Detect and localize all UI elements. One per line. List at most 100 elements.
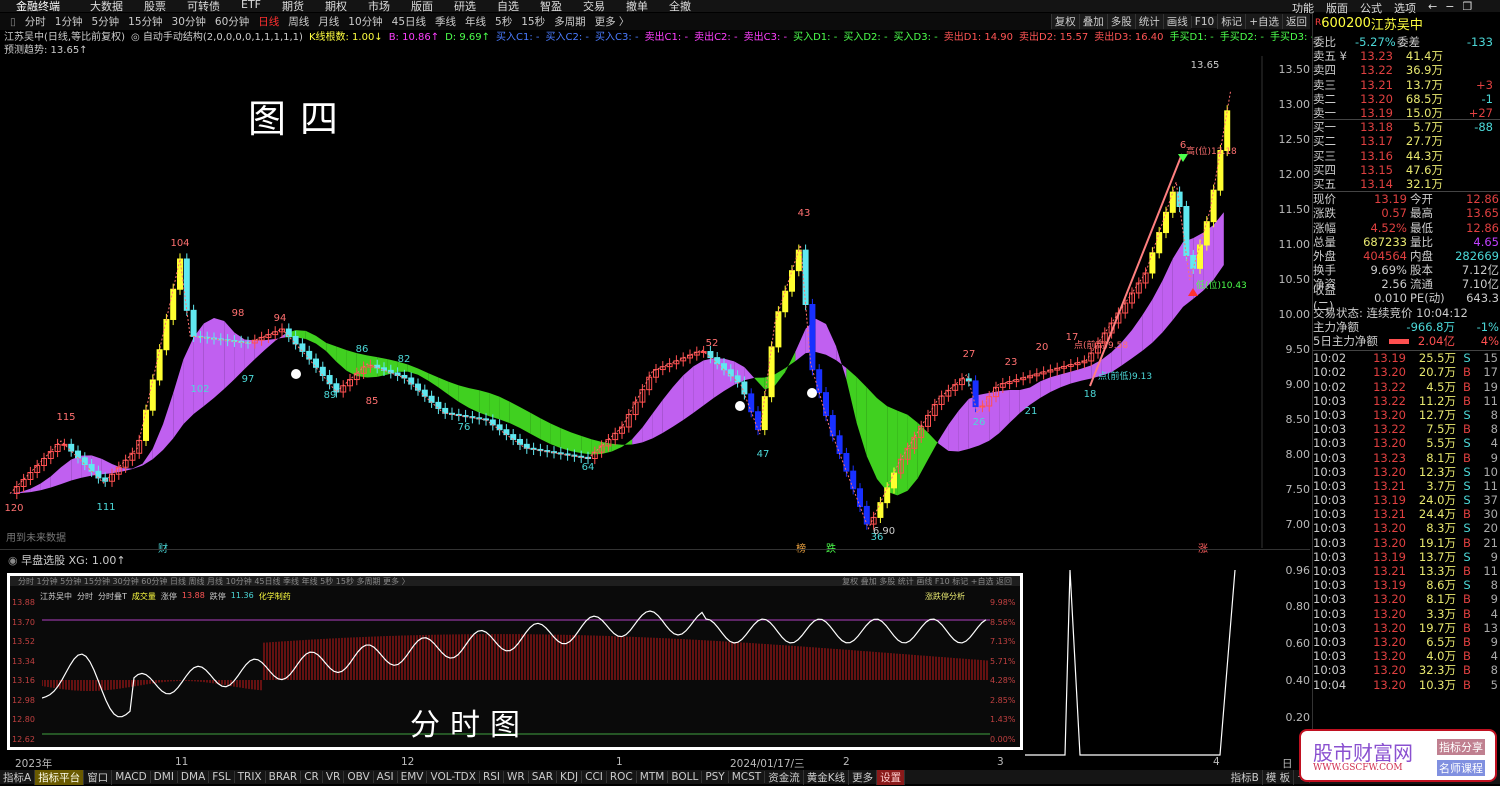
period-tab[interactable]: 更多 〉 — [595, 14, 630, 29]
period-tab[interactable]: 5分钟 — [91, 14, 119, 29]
menu-item[interactable]: 可转债 — [187, 0, 220, 14]
indicator-tab[interactable]: KDJ — [557, 771, 583, 783]
period-tab[interactable]: 分时 — [25, 14, 46, 29]
period-tab[interactable]: 年线 — [465, 14, 486, 29]
menu-item[interactable]: 研选 — [454, 0, 476, 14]
tool-button[interactable]: 画线 — [1162, 14, 1191, 29]
indicator-tab[interactable]: VR — [323, 771, 345, 783]
ma-band-segment — [1152, 280, 1163, 343]
candle — [299, 343, 306, 352]
trade-bs: B — [1463, 379, 1471, 394]
indicator-tab[interactable]: DMA — [178, 771, 210, 783]
indicator-tab[interactable]: RSI — [480, 771, 504, 783]
indicator-tab[interactable]: EMV — [398, 771, 428, 783]
period-tab[interactable]: 45日线 — [392, 14, 426, 29]
tool-button[interactable]: 多股 — [1106, 14, 1135, 29]
indicator-tab[interactable]: 资金流 — [765, 769, 804, 785]
tool-button[interactable]: +自选 — [1245, 14, 1282, 29]
indicator-tab[interactable]: MACD — [112, 771, 151, 783]
menu-item[interactable]: 期货 — [282, 0, 304, 14]
menu-item[interactable]: 市场 — [368, 0, 390, 14]
indicator-tab[interactable]: 指标A — [0, 769, 36, 785]
period-tab[interactable]: 15秒 — [521, 14, 545, 29]
indicator-tab[interactable]: ASI — [374, 771, 398, 783]
period-tab[interactable]: 60分钟 — [215, 14, 249, 29]
trade-bs: B — [1463, 634, 1471, 649]
period-tab[interactable]: 多周期 — [554, 14, 586, 29]
period-tab[interactable]: 季线 — [435, 14, 456, 29]
indicator-tab[interactable]: CR — [301, 771, 323, 783]
candle — [1190, 255, 1197, 269]
trade-row: 10:03 13.19 8.6万 S 8 — [1313, 578, 1500, 592]
candle — [190, 309, 197, 337]
bottom-right-tab[interactable]: 模 板 — [1263, 769, 1295, 785]
tool-button[interactable]: 返回 — [1282, 14, 1310, 29]
indicator-tab[interactable]: VOL-TDX — [427, 771, 480, 783]
period-tab[interactable]: 月线 — [318, 14, 339, 29]
indicator-tab[interactable]: CCI — [582, 771, 607, 783]
collapse-icon[interactable]: ▯ — [10, 16, 16, 28]
indicator-tab[interactable]: SAR — [529, 771, 558, 783]
main-net-pct: -1% — [1476, 319, 1499, 334]
menu-item[interactable]: ETF — [241, 0, 261, 14]
trade-p: 13.20 — [1373, 365, 1406, 380]
menu-item[interactable]: 期权 — [325, 0, 347, 14]
trade-t: 10:03 — [1313, 578, 1347, 593]
period-tab[interactable]: 1分钟 — [55, 14, 83, 29]
trade-p: 13.20 — [1373, 663, 1406, 678]
indicator-tab[interactable]: DMI — [151, 771, 178, 783]
period-tab[interactable]: 15分钟 — [128, 14, 162, 29]
indicator-tab[interactable]: MTM — [637, 771, 669, 783]
indicator-tab[interactable]: WR — [504, 771, 529, 783]
menu-item[interactable]: 股票 — [144, 0, 166, 14]
period-tab[interactable]: 日线 — [258, 14, 279, 29]
menu-item[interactable]: 撤单 — [626, 0, 648, 14]
period-tab[interactable]: 5秒 — [495, 14, 512, 29]
indicator-tab[interactable]: FSL — [209, 771, 235, 783]
indicator-tab[interactable]: TRIX — [235, 771, 266, 783]
indicator-tab[interactable]: MCST — [729, 771, 766, 783]
bottom-right-tab[interactable]: 指标B — [1228, 769, 1263, 785]
trade-row: 10:02 13.20 20.7万 B 17 — [1313, 365, 1500, 379]
pivot-annotation: 高(位)12.18 — [1186, 145, 1237, 157]
menu-item[interactable]: 自选 — [497, 0, 519, 14]
menu-item[interactable]: 交易 — [583, 0, 605, 14]
x-tick: 3 — [997, 756, 1004, 768]
candlestick-chart[interactable]: 1201151111041029897948986858276645247433… — [0, 56, 1275, 548]
tool-button[interactable]: F10 — [1190, 15, 1218, 28]
period-tab[interactable]: 10分钟 — [348, 14, 382, 29]
pivot-label: 86 — [356, 344, 369, 355]
tool-button[interactable]: 复权 — [1050, 14, 1079, 29]
ma-band-segment — [928, 432, 939, 460]
indicator-tab[interactable]: BOLL — [668, 771, 703, 783]
settings-icon[interactable]: ◉ — [8, 554, 18, 567]
ma-band-segment — [1162, 258, 1173, 333]
period-tab[interactable]: 周线 — [288, 14, 309, 29]
tool-button[interactable]: 叠加 — [1078, 14, 1107, 29]
tool-button[interactable]: 标记 — [1217, 14, 1246, 29]
x-tick: 11 — [175, 756, 189, 768]
stock-title[interactable]: R 600200 江苏吴中 — [1313, 14, 1500, 33]
indicator-tab[interactable]: 窗口 — [84, 769, 113, 785]
ma-band-segment — [407, 364, 418, 375]
trade-bs: B — [1463, 365, 1471, 380]
indicator-tab[interactable]: OBV — [344, 771, 374, 783]
indicator-tab[interactable]: PSY — [702, 771, 729, 783]
menu-item[interactable]: 版面 — [411, 0, 433, 14]
menu-item[interactable]: 智盈 — [540, 0, 562, 14]
watermark-name: 股市财富网 — [1313, 741, 1413, 765]
tool-button[interactable]: 统计 — [1134, 14, 1163, 29]
indicator-tab[interactable]: BRAR — [266, 771, 302, 783]
indicator-tab[interactable]: 设置 — [877, 769, 906, 785]
indicator-tab[interactable]: 黄金K线 — [804, 769, 850, 785]
menu-item[interactable]: 全撤 — [669, 0, 691, 14]
menu-item[interactable]: 大数据 — [90, 0, 123, 14]
indicator-tab[interactable]: ROC — [607, 771, 637, 783]
candle — [1210, 189, 1217, 223]
trade-row: 10:03 13.21 3.7万 S 11 — [1313, 479, 1500, 493]
trade-ticks[interactable]: 10:02 13.19 25.5万 S 15 10:02 13.20 20.7万 B 17 10:0… — [1313, 350, 1500, 692]
indicator-tab[interactable]: 指标平台 — [35, 769, 85, 785]
candle — [1163, 211, 1169, 234]
period-tab[interactable]: 30分钟 — [172, 14, 206, 29]
indicator-tab[interactable]: 更多 — [849, 769, 878, 785]
